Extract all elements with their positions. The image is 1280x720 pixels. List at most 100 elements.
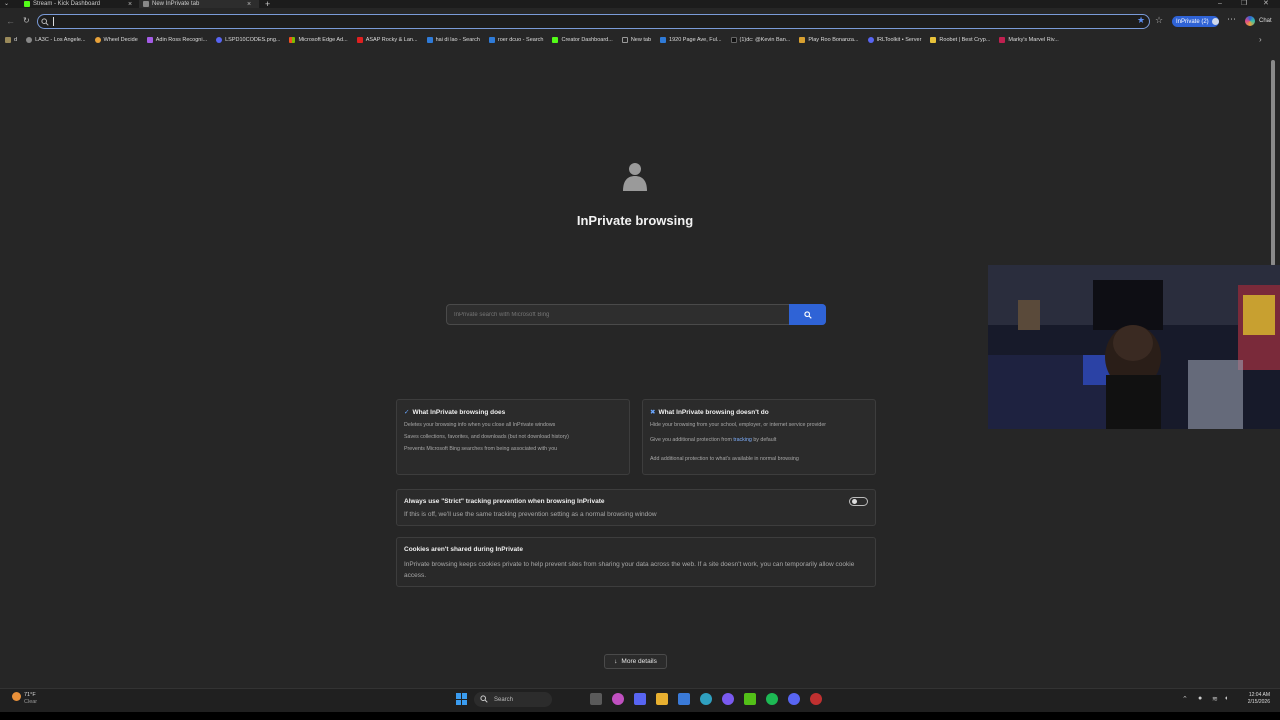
tab-close-button[interactable]: × <box>128 0 132 8</box>
does-card-title: ✓ What InPrivate browsing does <box>404 408 506 417</box>
discord-app-icon[interactable] <box>788 693 800 705</box>
favorite-item[interactable]: LSPD10CODES.png... <box>216 37 280 43</box>
favorite-item[interactable]: ASAP Rocky & Lan... <box>356 37 418 43</box>
chat-label[interactable]: Chat <box>1259 18 1272 24</box>
does-item: Prevents Microsoft Bing searches from be… <box>404 446 558 452</box>
search-button[interactable] <box>789 304 826 325</box>
microsoft-icon <box>289 37 296 43</box>
webcam-overlay <box>988 265 1280 429</box>
favorite-item[interactable]: 1920 Page Ave, Ful... <box>660 37 722 43</box>
bing-search-input[interactable] <box>449 306 785 323</box>
doesnt-item: Add additional protection to what's avai… <box>650 456 799 462</box>
task-view-icon[interactable] <box>590 693 602 705</box>
refresh-icon[interactable]: ↻ <box>23 15 30 27</box>
weather-icon[interactable] <box>12 692 21 701</box>
minimize-button[interactable]: – <box>1218 0 1222 7</box>
favorite-item[interactable]: Microsoft Edge Ad... <box>289 37 348 43</box>
favorite-item[interactable]: (1)dc: @Kevin Ban... <box>730 37 790 43</box>
toggle-knob <box>852 499 857 504</box>
profile-avatar-icon <box>1211 18 1219 25</box>
new-tab-button[interactable]: + <box>265 0 270 8</box>
search-icon <box>480 695 488 703</box>
copilot-app-icon[interactable] <box>612 693 624 705</box>
address-input[interactable] <box>52 15 1132 28</box>
favorite-item[interactable]: d <box>5 37 17 43</box>
strict-tracking-title: Always use "Strict" tracking prevention … <box>404 498 605 505</box>
tab-new-inprivate[interactable]: New InPrivate tab <box>139 0 259 8</box>
favorite-item[interactable]: New tab <box>621 37 651 43</box>
favorite-item[interactable]: hai di lao - Search <box>426 37 480 43</box>
x-icon: ✖ <box>650 409 656 416</box>
microphone-icon[interactable]: ● <box>1198 695 1202 702</box>
tiktok-icon <box>730 37 737 43</box>
more-details-button[interactable]: ↓ More details <box>604 654 667 669</box>
back-icon[interactable]: ← <box>6 15 15 27</box>
cookies-title: Cookies aren't shared during InPrivate <box>404 546 523 553</box>
edge-icon[interactable] <box>700 693 712 705</box>
tab-label: Stream - Kick Dashboard <box>33 0 101 7</box>
kick-app-icon[interactable] <box>744 693 756 705</box>
strict-tracking-body: If this is off, we'll use the same track… <box>404 511 657 518</box>
favorite-item[interactable]: IRLToolkit • Server <box>867 37 921 43</box>
wifi-icon[interactable]: ≋ <box>1212 695 1218 703</box>
doesnt-item: Give you additional protection from trac… <box>650 437 777 443</box>
spotify-icon[interactable] <box>766 693 778 705</box>
text-cursor <box>53 17 54 26</box>
tab-kick-dashboard[interactable]: Stream - Kick Dashboard <box>24 0 100 8</box>
inprivate-avatar-icon <box>623 163 647 191</box>
chevron-up-icon[interactable]: ⌃ <box>1182 695 1188 703</box>
favorite-item[interactable]: Creator Dashboard... <box>552 37 613 43</box>
favorites-bar: d LA3C - Los Angele... Wheel Decide Adin… <box>0 33 1280 47</box>
favorite-star-icon[interactable]: ★ <box>1137 15 1145 26</box>
tracking-link[interactable]: tracking <box>733 437 752 443</box>
page-title: InPrivate browsing <box>576 213 694 228</box>
store-icon[interactable] <box>678 693 690 705</box>
search-icon <box>41 18 49 26</box>
inprivate-label: InPrivate (2) <box>1176 18 1209 25</box>
more-options-icon[interactable]: ⋯ <box>1227 14 1236 25</box>
inprivate-tab-icon <box>143 1 149 7</box>
kick-icon <box>552 37 559 43</box>
tab-label: New InPrivate tab <box>152 0 200 7</box>
favorite-item[interactable]: LA3C - Los Angele... <box>26 37 86 43</box>
weather-temp[interactable]: 71°F <box>24 692 36 698</box>
tab-close-button[interactable]: × <box>247 0 251 8</box>
chevron-right-icon[interactable]: › <box>1259 35 1262 44</box>
file-explorer-icon[interactable] <box>656 693 668 705</box>
scrollbar-thumb[interactable] <box>1271 60 1275 266</box>
close-window-button[interactable]: ✕ <box>1263 0 1269 7</box>
maximize-button[interactable]: ❐ <box>1241 0 1247 7</box>
app-icon[interactable] <box>722 693 734 705</box>
discord-icon <box>867 37 874 43</box>
windows-start-icon[interactable] <box>456 693 468 705</box>
kick-icon <box>24 1 30 7</box>
copilot-icon[interactable] <box>1245 16 1255 26</box>
favorite-item[interactable]: Wheel Decide <box>94 37 138 43</box>
arrow-down-icon: ↓ <box>614 658 618 665</box>
favorite-item[interactable]: Adin Ross Recogni... <box>146 37 207 43</box>
favorite-item[interactable]: Marky's Marvel Riv... <box>999 37 1059 43</box>
clock-time[interactable]: 12:04 AM <box>1240 692 1270 698</box>
volume-icon[interactable]: ◖ <box>1224 695 1228 702</box>
clock-date[interactable]: 2/15/2026 <box>1240 699 1270 705</box>
favorites-icon[interactable]: ☆ <box>1155 15 1163 26</box>
strict-tracking-card <box>396 489 876 526</box>
does-item: Deletes your browsing info when you clos… <box>404 422 556 428</box>
page-icon <box>621 37 628 43</box>
favorite-item[interactable]: Play Roo Bonanza... <box>799 37 859 43</box>
discord-icon <box>216 37 223 43</box>
cookies-body: InPrivate browsing keeps cookies private… <box>404 561 855 579</box>
tab-actions-menu[interactable]: ⌄ <box>4 0 9 8</box>
teams-icon[interactable] <box>634 693 646 705</box>
favorite-icon <box>146 37 153 43</box>
globe-icon <box>26 37 33 43</box>
chrome-icon[interactable] <box>810 693 822 705</box>
bing-icon <box>426 37 433 43</box>
favorite-item[interactable]: roer dcuo - Search <box>488 37 543 43</box>
doesnt-card-title: ✖ What InPrivate browsing doesn't do <box>650 408 769 417</box>
favorite-icon <box>930 37 937 43</box>
inprivate-profile-button[interactable]: InPrivate (2) <box>1172 16 1219 27</box>
favorite-icon <box>999 37 1006 43</box>
favorite-item[interactable]: Roobet | Best Cryp... <box>930 37 990 43</box>
weather-condition: Clear <box>24 699 38 705</box>
